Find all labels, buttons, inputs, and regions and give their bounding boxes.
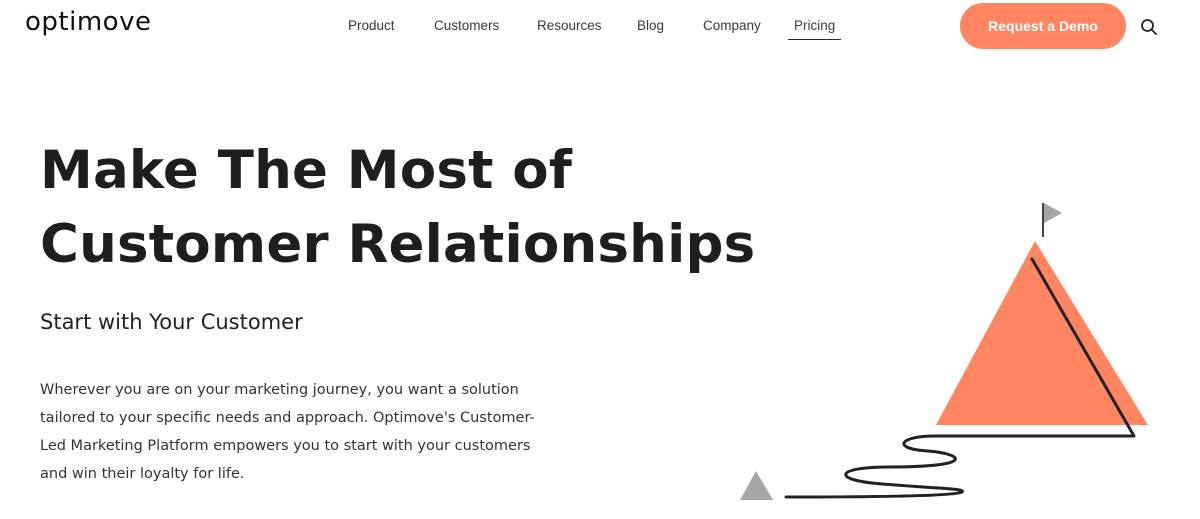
nav-item-resources[interactable]: Resources (537, 18, 602, 33)
search-icon[interactable] (1140, 18, 1158, 36)
hero-headline-line-2: Customer Relationships (40, 214, 756, 275)
request-demo-button[interactable]: Request a Demo (960, 3, 1126, 49)
hero-headline-line-1: Make The Most of (40, 140, 573, 201)
small-triangle-icon (740, 471, 773, 500)
nav-item-pricing[interactable]: Pricing (788, 18, 842, 40)
page: optimove Product Customers Resources Blo… (0, 0, 1200, 519)
nav-item-blog[interactable]: Blog (637, 18, 664, 33)
hero-headline: Make The Most of Customer Relationships (40, 134, 755, 282)
nav-item-product[interactable]: Product (348, 18, 395, 33)
flag-icon (1042, 203, 1062, 237)
hero-illustration (740, 203, 1148, 500)
nav-item-company[interactable]: Company (703, 18, 761, 33)
hero-body-text: Wherever you are on your marketing journ… (40, 382, 535, 482)
nav-item-customers[interactable]: Customers (434, 18, 499, 33)
hero-subheadline: Start with Your Customer (40, 310, 303, 334)
logo[interactable]: optimove (25, 7, 151, 37)
mountain-icon (936, 241, 1148, 425)
